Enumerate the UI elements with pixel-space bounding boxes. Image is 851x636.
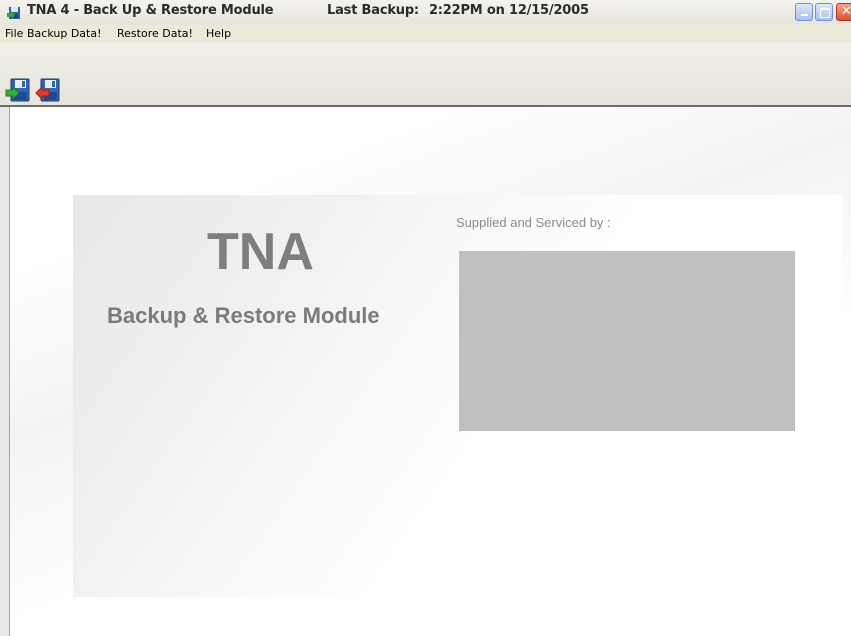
supplier-logo-placeholder [459,251,795,431]
menu-backup-data[interactable]: Backup Data! [27,27,102,40]
menu-bar: File Backup Data! Restore Data! Help [0,25,851,43]
last-backup-label: Last Backup: [327,3,419,18]
module-subtitle: Backup & Restore Module [107,303,380,328]
menu-restore-data[interactable]: Restore Data! [117,27,193,40]
left-border [0,107,10,636]
maximize-button[interactable] [815,3,833,21]
supplier-label: Supplied and Serviced by : [456,215,611,230]
backup-data-button[interactable] [5,77,31,105]
product-title: TNA [207,223,314,281]
close-button[interactable] [836,3,851,21]
app-icon [7,7,20,19]
app-window: TNA 4 - Back Up & Restore Module Last Ba… [0,0,851,636]
menu-file[interactable]: File [5,27,23,40]
last-backup-value: 2:22PM on 12/15/2005 [428,3,589,18]
restore-data-button[interactable] [35,77,61,105]
title-bar[interactable]: TNA 4 - Back Up & Restore Module Last Ba… [0,0,851,26]
last-backup-status: Last Backup: 2:22PM on 12/15/2005 [327,3,589,18]
window-title: TNA 4 - Back Up & Restore Module [27,3,274,18]
minimize-button[interactable] [795,3,813,21]
menu-help[interactable]: Help [206,27,231,40]
toolbar [0,43,851,107]
